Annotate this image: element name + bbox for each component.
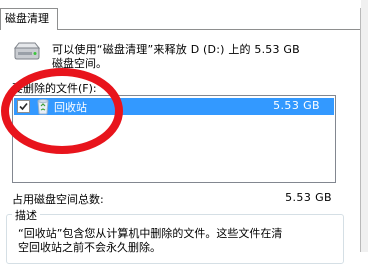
disk-cleanup-dialog: 磁盘清理 可以使用“磁盘清理”来释放 D (D:) 上的 5.53 GB 磁盘空… — [0, 0, 368, 264]
tab-disk-cleanup[interactable]: 磁盘清理 — [0, 8, 58, 30]
list-item-recycle-bin[interactable]: 回收站 5.53 GB — [14, 98, 334, 115]
drive-info-text-cont: 磁盘空间。 — [52, 57, 107, 70]
description-title: 描述 — [12, 207, 40, 223]
recycle-bin-icon — [36, 98, 50, 115]
files-list[interactable]: 回收站 5.53 GB — [12, 95, 336, 183]
files-to-delete-label: 要删除的文件(F): — [12, 82, 97, 95]
description-text-cont: 空回收站之前不会永久删除。 — [18, 241, 161, 254]
checkmark-icon — [19, 102, 28, 111]
tab-divider — [57, 29, 368, 30]
list-item-label: 回收站 — [54, 101, 87, 114]
hard-drive-icon — [12, 40, 42, 64]
recycle-bin-checkbox[interactable] — [17, 100, 30, 113]
list-item-size: 5.53 GB — [273, 99, 320, 112]
tab-strip: 磁盘清理 — [0, 0, 368, 30]
window-edge — [361, 0, 368, 252]
total-space-label: 占用磁盘空间总数: — [12, 193, 104, 206]
total-space-value: 5.53 GB — [285, 191, 332, 204]
